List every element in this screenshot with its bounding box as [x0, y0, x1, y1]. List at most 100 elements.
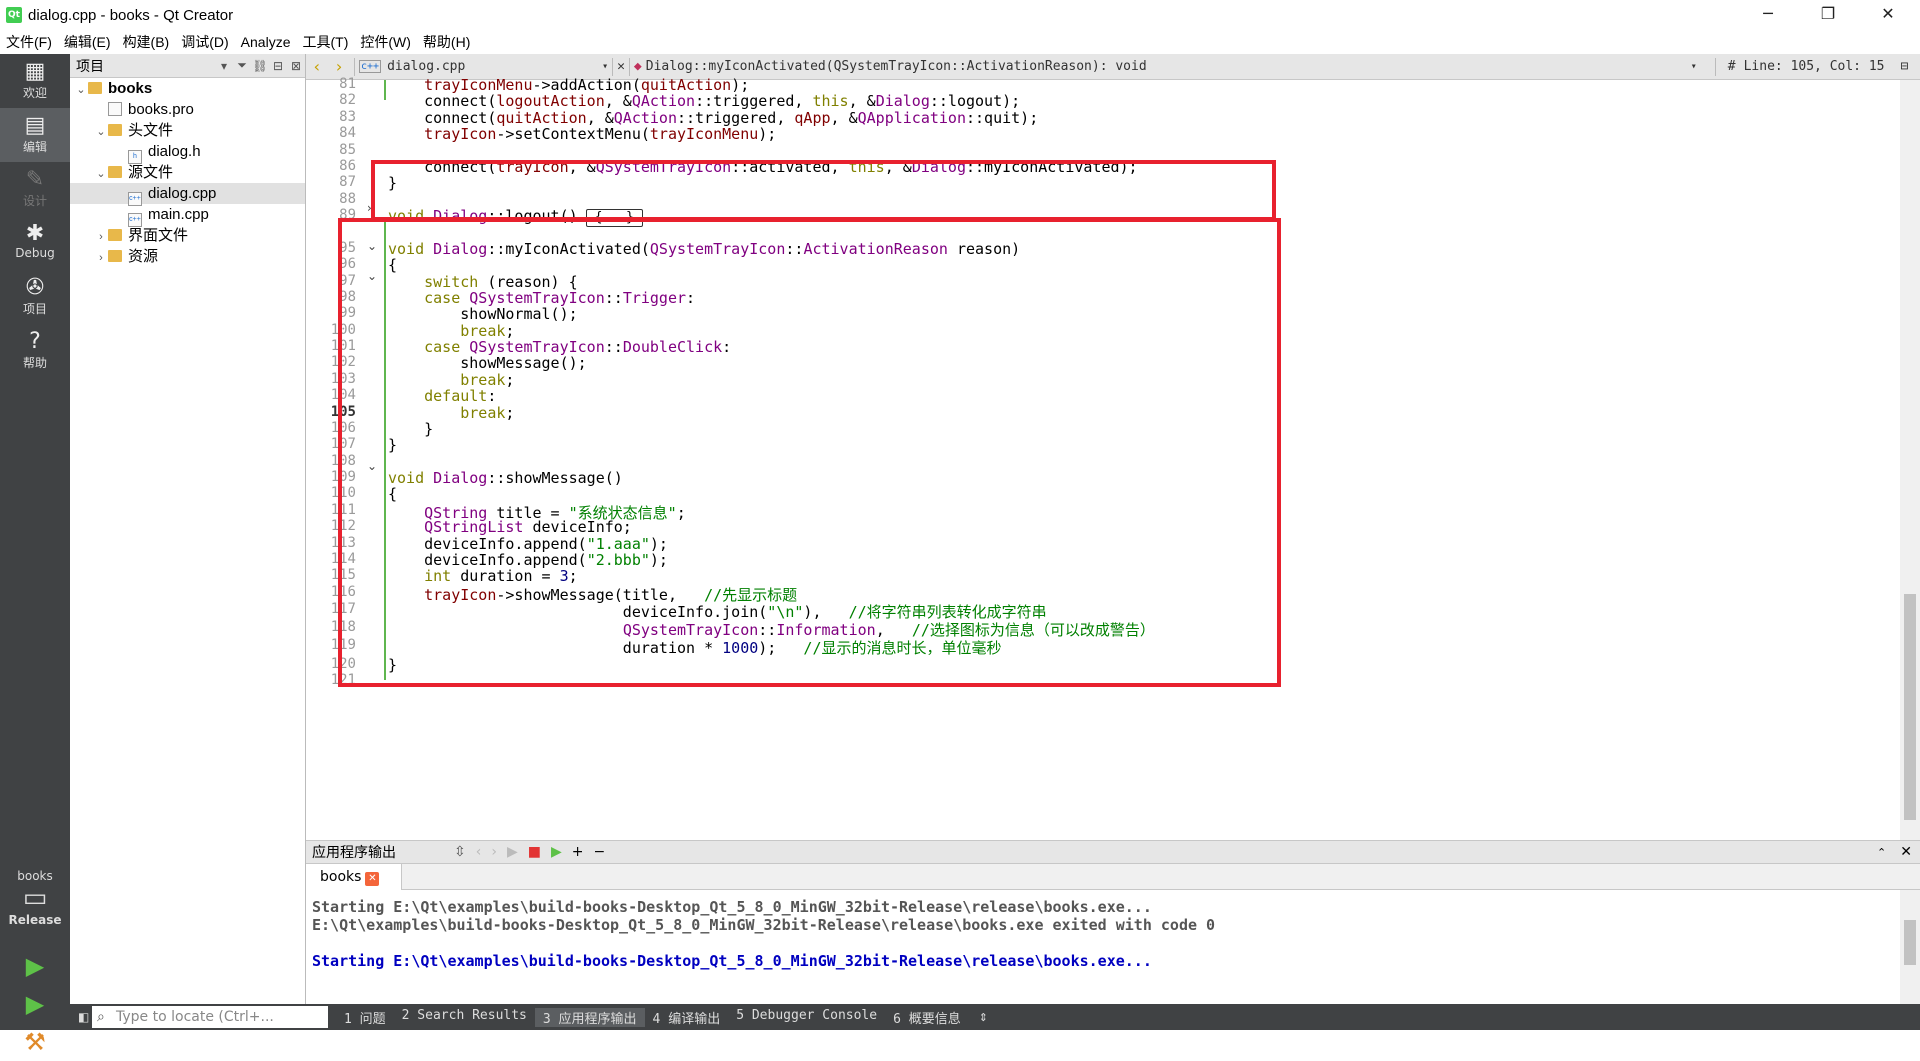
menu-item[interactable]: 控件(W) — [354, 32, 417, 52]
file-icon — [108, 102, 122, 116]
line-number[interactable]: 88 — [306, 191, 356, 207]
line-number[interactable]: 87 — [306, 174, 356, 190]
menu-item[interactable]: 帮助(H) — [417, 32, 476, 52]
line-number[interactable]: 84 — [306, 125, 356, 141]
more-tabs-icon[interactable]: ⇕ — [979, 1011, 988, 1024]
zoom-in-icon[interactable]: + — [572, 844, 584, 860]
symbol-combo-arrow-icon[interactable]: ▾ — [1691, 61, 1697, 72]
close-output-icon[interactable]: ✕ — [1900, 844, 1912, 860]
back-arrow-icon[interactable]: ‹ — [306, 57, 328, 76]
pencil-icon: ✎ — [25, 167, 45, 192]
tree-item-label: 源文件 — [128, 164, 174, 181]
restore-button[interactable]: ❐ — [1800, 0, 1856, 30]
output-scrollbar[interactable] — [1900, 890, 1920, 1005]
collapse-arrow-icon[interactable]: › — [94, 227, 108, 248]
menu-item[interactable]: 文件(F) — [0, 32, 58, 52]
prev-icon[interactable]: ‹ — [476, 844, 482, 860]
folder-icon — [108, 229, 122, 241]
encoding-hash[interactable]: # — [1728, 59, 1736, 74]
mode-projects[interactable]: ✇ 项目 — [0, 270, 70, 324]
filter-icon[interactable]: ⏷ — [233, 58, 251, 73]
close-button[interactable]: ✕ — [1860, 0, 1916, 30]
open-file-combo[interactable]: dialog.cpp — [387, 59, 602, 74]
tree-item-label: 头文件 — [128, 122, 174, 139]
line-number[interactable]: 86 — [306, 158, 356, 174]
tree-item[interactable]: › 资源 — [70, 246, 305, 267]
locator-input[interactable]: ⌕ Type to locate (Ctrl+... — [92, 1006, 328, 1028]
close-panel-icon[interactable]: ⊠ — [287, 59, 305, 73]
collapse-arrow-icon[interactable]: › — [94, 248, 108, 269]
tree-item-label: main.cpp — [148, 206, 209, 223]
pane-tab[interactable]: 3 应用程序输出 — [534, 1007, 645, 1027]
run-icon[interactable]: ▶ — [0, 947, 70, 985]
output-line: Starting E:\Qt\examples\build-books-Desk… — [312, 898, 1152, 916]
debug-run-icon[interactable]: ▶ — [0, 985, 70, 1023]
tree-item[interactable]: ⌄ 源文件 — [70, 162, 305, 183]
tree-item[interactable]: h dialog.h — [70, 141, 305, 164]
zoom-out-icon[interactable]: − — [593, 844, 605, 860]
dropdown-icon[interactable]: ▾ — [215, 59, 233, 73]
mode-edit[interactable]: ▤ 编辑 — [0, 108, 70, 162]
tree-item[interactable]: ⌄ 头文件 — [70, 120, 305, 141]
cpp-file-icon: c++ — [359, 60, 382, 73]
pane-tab[interactable]: 4 编译输出 — [645, 1008, 729, 1027]
close-document-icon[interactable]: ✕ — [617, 59, 625, 74]
close-tab-icon[interactable]: ✕ — [365, 872, 380, 886]
folder-icon — [108, 250, 122, 262]
output-panel-title: 应用程序输出 — [312, 845, 396, 861]
qt-creator-window: Qt dialog.cpp - books - Qt Creator ─ ❐ ✕… — [0, 0, 1920, 1056]
rerun-icon[interactable]: ▶ — [507, 844, 518, 860]
mode-welcome[interactable]: ▦ 欢迎 — [0, 54, 70, 108]
menu-item[interactable]: 构建(B) — [117, 32, 176, 52]
file-combo-arrow-icon[interactable]: ▾ — [602, 61, 608, 72]
menu-item[interactable]: 调试(D) — [175, 32, 234, 52]
output-tab-books[interactable]: books ✕ — [306, 864, 402, 890]
tree-item[interactable]: c++ dialog.cpp — [70, 183, 305, 206]
code-line[interactable]: trayIcon->setContextMenu(trayIconMenu); — [388, 125, 776, 145]
build-hammer-icon[interactable]: ⚒ — [0, 1023, 70, 1061]
tree-item[interactable]: › 界面文件 — [70, 225, 305, 246]
title-bar: Qt dialog.cpp - books - Qt Creator ─ ❐ ✕ — [0, 0, 1920, 30]
split-editor-icon[interactable]: ⊟ — [1901, 59, 1909, 74]
run-again-icon[interactable]: ▶ — [551, 844, 562, 860]
pane-tab[interactable]: 2 Search Results — [394, 1008, 535, 1027]
editor-scrollbar[interactable] — [1900, 80, 1920, 840]
expand-arrow-icon[interactable]: ⌄ — [74, 80, 88, 101]
attach-icon[interactable]: ⇳ — [454, 844, 466, 860]
line-number[interactable]: 85 — [306, 142, 356, 158]
next-icon[interactable]: › — [491, 844, 497, 860]
output-scrollbar-thumb[interactable] — [1904, 920, 1916, 965]
cursor-position[interactable]: Line: 105, Col: 15 — [1744, 59, 1885, 74]
tree-item[interactable]: books.pro — [70, 99, 305, 120]
expand-arrow-icon[interactable]: ⌄ — [94, 164, 108, 185]
code-editor[interactable]: 81 82 83 84 85 86 87 88 89 95 96 97 98 99 100 101 102 103… — [306, 76, 1920, 840]
maximize-panel-icon[interactable]: ⌃ — [1877, 846, 1886, 859]
expand-arrow-icon[interactable]: ⌄ — [94, 122, 108, 143]
menu-item[interactable]: 工具(T) — [296, 32, 354, 52]
pane-tab[interactable]: 6 概要信息 — [885, 1008, 969, 1027]
menu-item[interactable]: Analyze — [235, 34, 297, 50]
mode-debug[interactable]: ✱ Debug — [0, 216, 70, 270]
output-panel-toolbar: 应用程序输出 ⇳ ‹ › ▶ ■ ▶ + − ⌃ ✕ — [306, 840, 1920, 864]
symbol-combo[interactable]: Dialog::myIconActivated(QSystemTrayIcon:… — [646, 59, 1691, 74]
mode-help[interactable]: ? 帮助 — [0, 324, 70, 378]
line-number[interactable]: 81 — [306, 76, 356, 92]
tree-item[interactable]: ⌄ books — [70, 78, 305, 99]
split-icon[interactable]: ⊟ — [269, 59, 287, 73]
kit-selector[interactable]: ▭ — [0, 883, 70, 913]
pane-tab[interactable]: 5 Debugger Console — [728, 1008, 885, 1027]
scrollbar-thumb[interactable] — [1904, 594, 1916, 820]
tree-item-label: 界面文件 — [128, 227, 189, 244]
pane-tab[interactable]: 1 问题 — [336, 1008, 394, 1027]
toggle-sidebar-icon[interactable]: ◧ — [78, 1010, 89, 1024]
forward-arrow-icon[interactable]: › — [328, 57, 350, 76]
tree-item[interactable]: c++ main.cpp — [70, 204, 305, 227]
stop-icon[interactable]: ■ — [528, 844, 541, 860]
link-icon[interactable]: ⛓ — [251, 59, 269, 73]
mode-design[interactable]: ✎ 设计 — [0, 162, 70, 216]
application-output[interactable]: Starting E:\Qt\examples\build-books-Desk… — [306, 890, 1900, 1005]
menu-item[interactable]: 编辑(E) — [58, 32, 117, 52]
line-number[interactable]: 83 — [306, 109, 356, 125]
line-number[interactable]: 82 — [306, 92, 356, 108]
minimize-button[interactable]: ─ — [1740, 0, 1796, 30]
